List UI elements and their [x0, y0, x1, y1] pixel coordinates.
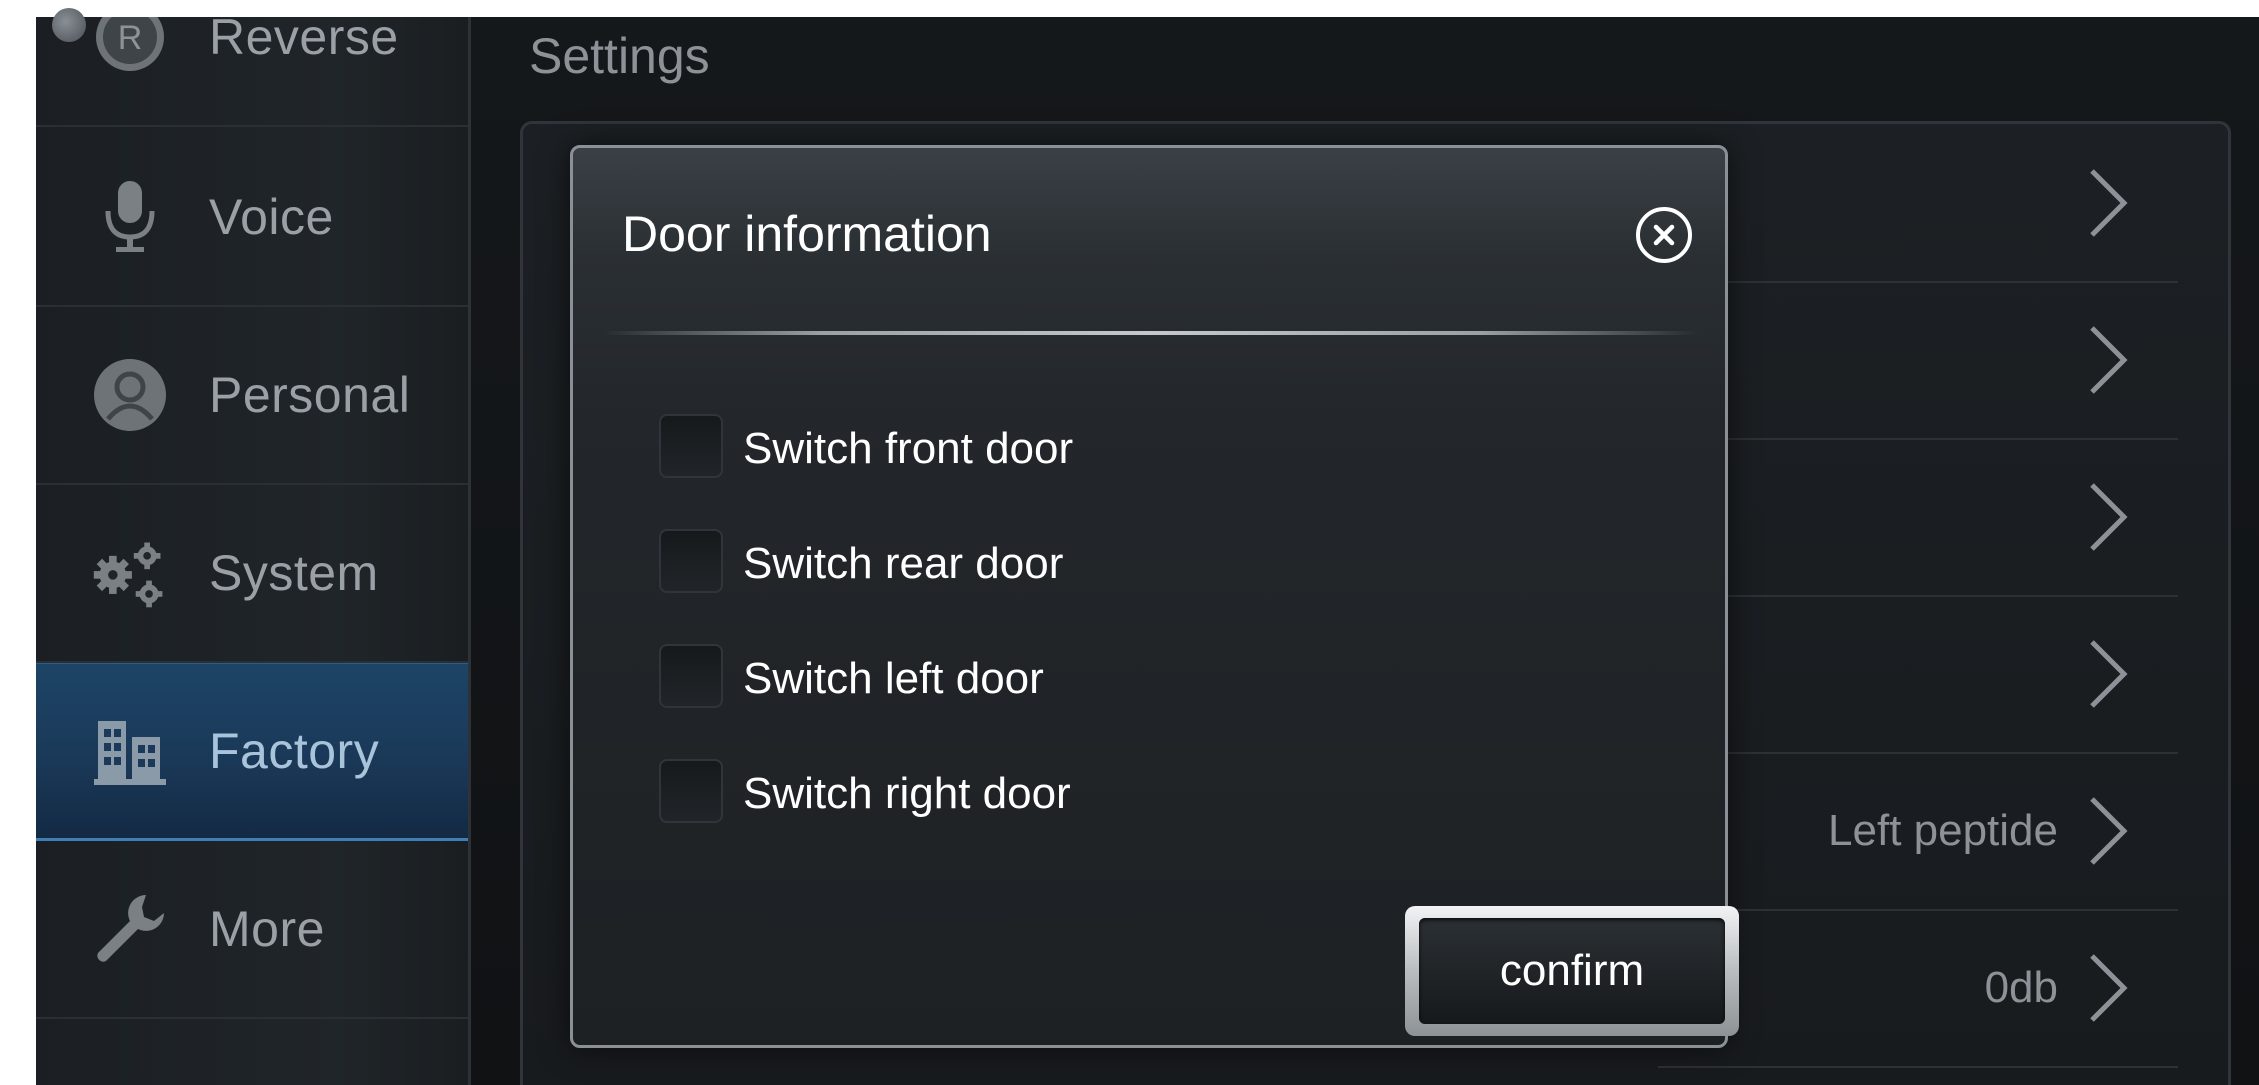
- chevron-right-icon: [2090, 325, 2128, 394]
- settings-row[interactable]: [1658, 595, 2178, 754]
- chevron-right-icon: [2090, 482, 2128, 551]
- confirm-button-face: confirm: [1419, 918, 1725, 1024]
- head-unit-screen: R Reverse Voice Personal System Factory …: [36, 17, 2259, 1085]
- settings-row-value: Left peptide: [1828, 805, 2058, 855]
- sidebar-item-factory[interactable]: Factory: [36, 663, 468, 841]
- chevron-right-icon: [2090, 953, 2128, 1022]
- option-label: Switch front door: [743, 424, 1074, 473]
- gears-icon: [90, 533, 170, 613]
- settings-row[interactable]: [1658, 281, 2178, 440]
- chevron-right-icon: [2090, 639, 2128, 708]
- page-title: Settings: [529, 28, 710, 84]
- option-label: Switch rear door: [743, 539, 1064, 588]
- sidebar-item-label: Reverse: [209, 17, 399, 65]
- close-icon: [1636, 207, 1692, 263]
- settings-row[interactable]: [1658, 438, 2178, 597]
- person-icon: [90, 355, 170, 435]
- close-button[interactable]: [1635, 206, 1693, 264]
- sidebar-item-label: System: [209, 545, 379, 601]
- right-door-checkbox[interactable]: [659, 759, 723, 823]
- chevron-right-icon: [2090, 168, 2128, 237]
- settings-row[interactable]: [1658, 124, 2178, 283]
- rear-door-checkbox[interactable]: [659, 529, 723, 593]
- wrench-icon: [90, 889, 170, 969]
- option-label: Switch left door: [743, 654, 1044, 703]
- door-information-dialog: Door information Switch front door Switc…: [570, 145, 1739, 1048]
- confirm-button[interactable]: confirm: [1405, 906, 1739, 1036]
- svg-text:R: R: [118, 19, 143, 57]
- option-right-door[interactable]: Switch right door: [659, 759, 1359, 829]
- option-left-door[interactable]: Switch left door: [659, 644, 1359, 714]
- settings-row[interactable]: Left peptide: [1658, 752, 2178, 911]
- dialog-title: Door information: [622, 206, 992, 262]
- sidebar-item-label: Factory: [209, 722, 380, 779]
- reverse-r-icon: R: [90, 17, 170, 77]
- factory-buildings-icon: [90, 711, 170, 791]
- dialog-divider: [603, 331, 1698, 335]
- sidebar-item-personal[interactable]: Personal: [36, 307, 468, 485]
- left-door-checkbox[interactable]: [659, 644, 723, 708]
- settings-row-value: 0db: [1984, 962, 2058, 1012]
- sidebar-item-label: Personal: [209, 367, 411, 423]
- confirm-label: confirm: [1499, 946, 1645, 995]
- chevron-right-icon: [2090, 796, 2128, 865]
- option-rear-door[interactable]: Switch rear door: [659, 529, 1359, 599]
- sidebar-item-label: Voice: [209, 189, 334, 245]
- microphone-icon: [90, 177, 170, 257]
- sidebar-item-more[interactable]: More: [36, 841, 468, 1019]
- sidebar: R Reverse Voice Personal System Factory …: [36, 17, 471, 1085]
- sidebar-item-voice[interactable]: Voice: [36, 129, 468, 307]
- sidebar-item-reverse[interactable]: R Reverse: [36, 17, 468, 127]
- front-door-checkbox[interactable]: [659, 414, 723, 478]
- option-front-door[interactable]: Switch front door: [659, 414, 1359, 484]
- corner-indicator: [52, 8, 86, 42]
- option-label: Switch right door: [743, 769, 1071, 818]
- sidebar-item-system[interactable]: System: [36, 485, 468, 663]
- sidebar-item-label: More: [209, 901, 325, 957]
